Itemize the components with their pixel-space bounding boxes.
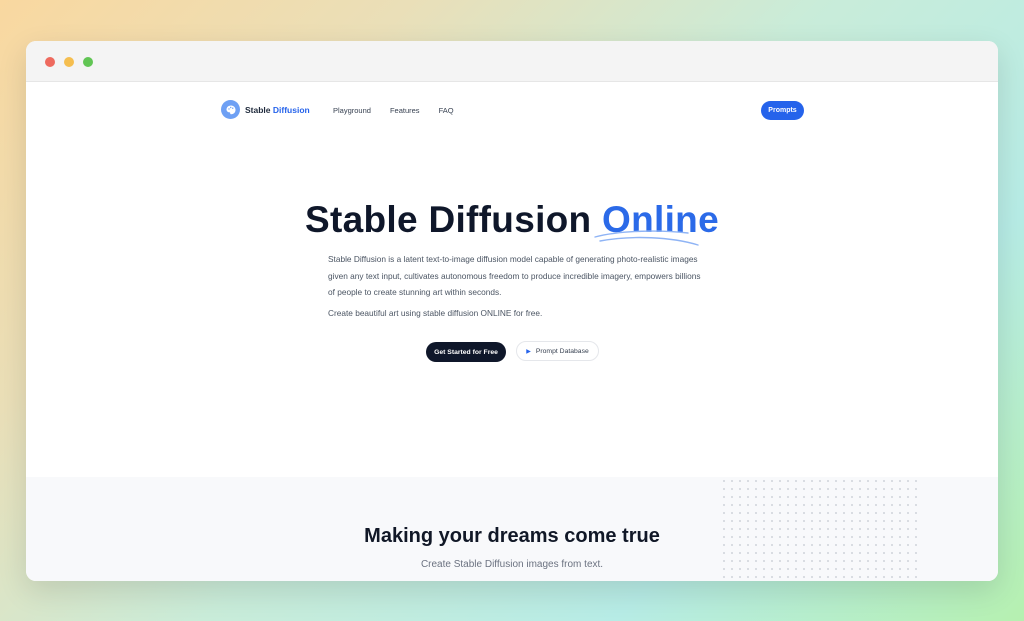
brand-name-accent: Diffusion [272,104,310,115]
brand-name: Stable Diffusion [245,105,310,115]
brand-logo-link[interactable]: Stable Diffusion [221,100,310,119]
palette-icon [221,100,240,119]
hero-free-line: Create beautiful art using stable diffus… [328,308,543,318]
browser-window: Stable Diffusion Playground Features FAQ… [26,41,998,581]
nav-link-playground[interactable]: Playground [333,106,371,115]
nav-link-features[interactable]: Features [390,106,420,115]
play-icon: ▶ [526,348,531,355]
features-section: Making your dreams come true Create Stab… [26,477,998,581]
title-underline-scribble [594,230,699,246]
close-window-button[interactable] [45,57,55,67]
prompt-database-button[interactable]: ▶ Prompt Database [516,341,599,361]
maximize-window-button[interactable] [83,57,93,67]
section-subtitle: Create Stable Diffusion images from text… [420,559,604,570]
window-titlebar [26,41,998,82]
nav-link-faq[interactable]: FAQ [439,106,454,115]
nav-links: Playground Features FAQ [333,106,454,115]
hero-description: Stable Diffusion is a latent text-to-ima… [328,254,701,297]
minimize-window-button[interactable] [64,57,74,67]
section-title: Making your dreams come true [364,525,660,547]
hero-title-main: Stable Diffusion [305,199,592,240]
top-navigation: Stable Diffusion Playground Features FAQ… [26,81,998,139]
prompts-button[interactable]: Prompts [761,101,804,120]
prompt-database-label: Prompt Database [535,347,589,355]
hero-title: Stable Diffusion Online [26,199,998,241]
get-started-button[interactable]: Get Started for Free [426,342,506,362]
brand-name-primary: Stable [245,104,271,115]
